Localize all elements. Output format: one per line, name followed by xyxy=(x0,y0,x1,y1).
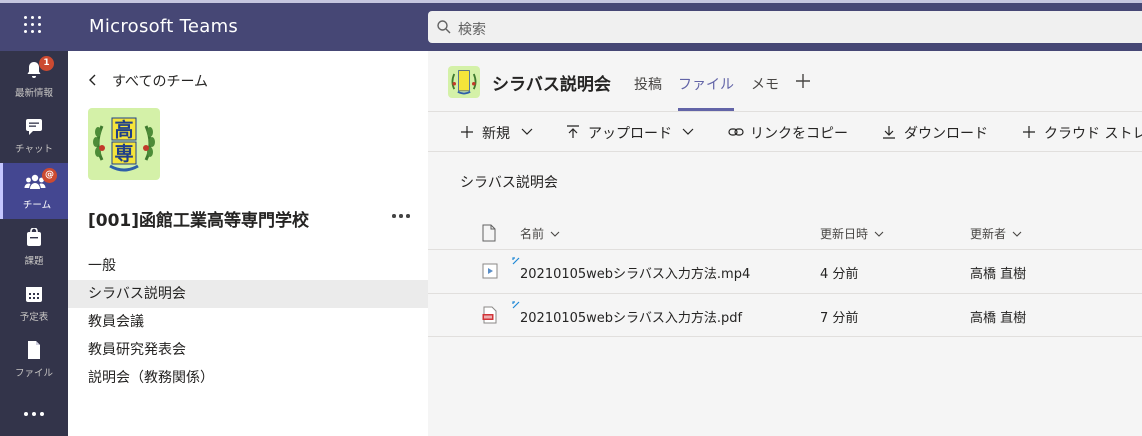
rail-item-calendar[interactable]: 予定表 xyxy=(0,275,68,331)
upload-label: アップロード xyxy=(588,126,672,142)
tab-files[interactable]: ファイル xyxy=(678,74,734,94)
rail-item-chat[interactable]: チャット xyxy=(0,107,68,163)
rail-item-teams[interactable]: @ チーム xyxy=(0,163,68,219)
all-teams-link[interactable]: すべてのチーム xyxy=(112,71,208,91)
calendar-icon xyxy=(26,287,42,302)
chevron-down-icon xyxy=(1012,231,1022,237)
column-header-modified-by-label: 更新者 xyxy=(970,227,1007,241)
app-title: Microsoft Teams xyxy=(89,16,239,37)
pdf-file-icon xyxy=(482,306,497,324)
file-modified-by: 高橋 直樹 xyxy=(970,311,1027,326)
channel-team-logo xyxy=(448,66,480,98)
files-toolbar: 新規 アップロード リンクをコピー ダウンロード クラウド ストレ xyxy=(428,112,1142,152)
copy-link-label: リンクをコピー xyxy=(750,126,848,142)
assignments-icon xyxy=(27,228,41,246)
breadcrumb: シラバス説明会 xyxy=(460,175,558,191)
svg-text:高: 高 xyxy=(114,118,133,141)
table-row[interactable]: 20210105webシラバス入力方法.mp4 4 分前 高橋 直樹 xyxy=(428,249,1142,293)
tab-notes[interactable]: メモ xyxy=(751,74,779,94)
add-tab-icon[interactable] xyxy=(795,73,811,89)
column-header-name-label: 名前 xyxy=(520,227,545,241)
plus-icon xyxy=(461,126,473,138)
column-header-name[interactable]: 名前 xyxy=(520,225,560,242)
chevron-down-icon xyxy=(550,231,560,237)
active-tab-indicator xyxy=(678,108,734,111)
rail-item-activity[interactable]: 1 最新情報 xyxy=(0,51,68,107)
file-name[interactable]: 20210105webシラバス入力方法.pdf xyxy=(520,307,742,326)
team-logo: 高 専 xyxy=(88,108,160,180)
team-panel: すべてのチーム 高 専 [001]函館工業高等専門学校 一般 シラバス説明会 教… xyxy=(68,51,428,436)
link-icon xyxy=(728,128,744,136)
app-rail: 1 最新情報 チャット @ チーム 課題 予定表 ファイル xyxy=(0,51,68,436)
new-file-sparkle-icon xyxy=(512,257,520,265)
main-content: シラバス説明会 投稿 ファイル メモ 新規 アップロード リンクをコピー ダウン… xyxy=(428,51,1142,436)
channel-item-general[interactable]: 一般 xyxy=(68,252,428,280)
chevron-left-icon[interactable] xyxy=(88,74,98,86)
file-modified: 7 分前 xyxy=(820,311,859,326)
rail-label: ファイル xyxy=(14,368,53,379)
channel-item-briefing[interactable]: 説明会（教務関係） xyxy=(68,364,428,392)
video-file-icon xyxy=(482,263,498,279)
file-name[interactable]: 20210105webシラバス入力方法.mp4 xyxy=(520,263,750,282)
tab-posts[interactable]: 投稿 xyxy=(634,74,662,94)
channel-item-syllabus[interactable]: シラバス説明会 xyxy=(68,280,428,308)
channel-list: 一般 シラバス説明会 教員会議 教員研究発表会 説明会（教務関係） xyxy=(68,252,428,392)
table-row[interactable]: 20210105webシラバス入力方法.pdf 7 分前 高橋 直樹 xyxy=(428,293,1142,337)
more-apps-icon[interactable] xyxy=(24,411,46,417)
channel-item-research[interactable]: 教員研究発表会 xyxy=(68,336,428,364)
rail-label: 課題 xyxy=(24,256,44,267)
search-icon xyxy=(437,20,451,34)
rail-label: 最新情報 xyxy=(14,88,53,99)
rail-item-files[interactable]: ファイル xyxy=(0,331,68,387)
upload-icon xyxy=(567,125,579,138)
chevron-down-icon xyxy=(874,231,884,237)
activity-badge: 1 xyxy=(39,56,54,71)
team-name: [001]函館工業高等専門学校 xyxy=(88,211,310,231)
search-placeholder: 検索 xyxy=(458,22,486,38)
rail-label: チャット xyxy=(15,144,53,155)
rail-label: チーム xyxy=(22,200,52,211)
new-file-sparkle-icon xyxy=(512,301,520,309)
channel-title: シラバス説明会 xyxy=(492,75,611,95)
channel-item-faculty-meeting[interactable]: 教員会議 xyxy=(68,308,428,336)
top-bar: Microsoft Teams 検索 xyxy=(0,0,1142,51)
chat-icon xyxy=(26,119,42,135)
file-type-header-icon[interactable] xyxy=(482,224,496,242)
app-launcher-icon[interactable] xyxy=(24,16,44,36)
column-header-modified-by[interactable]: 更新者 xyxy=(970,225,1022,242)
chevron-down-icon xyxy=(682,128,694,135)
channel-header: シラバス説明会 投稿 ファイル メモ xyxy=(428,51,1142,112)
file-modified: 4 分前 xyxy=(820,267,859,282)
teams-mention-badge: @ xyxy=(42,168,57,183)
cloud-storage-label: クラウド ストレ xyxy=(1044,126,1142,142)
column-header-modified-label: 更新日時 xyxy=(820,227,869,241)
rail-label: 予定表 xyxy=(19,312,49,323)
plus-icon xyxy=(1023,126,1035,138)
new-label: 新規 xyxy=(482,126,510,142)
more-options-icon[interactable] xyxy=(392,214,410,218)
column-header-modified[interactable]: 更新日時 xyxy=(820,225,884,242)
svg-text:専: 専 xyxy=(114,143,133,165)
search-input[interactable]: 検索 xyxy=(428,11,1142,43)
chevron-down-icon xyxy=(521,128,533,135)
download-label: ダウンロード xyxy=(904,126,988,142)
rail-item-assignments[interactable]: 課題 xyxy=(0,219,68,275)
file-icon xyxy=(28,341,40,359)
download-icon xyxy=(883,126,895,139)
file-modified-by: 高橋 直樹 xyxy=(970,267,1027,282)
